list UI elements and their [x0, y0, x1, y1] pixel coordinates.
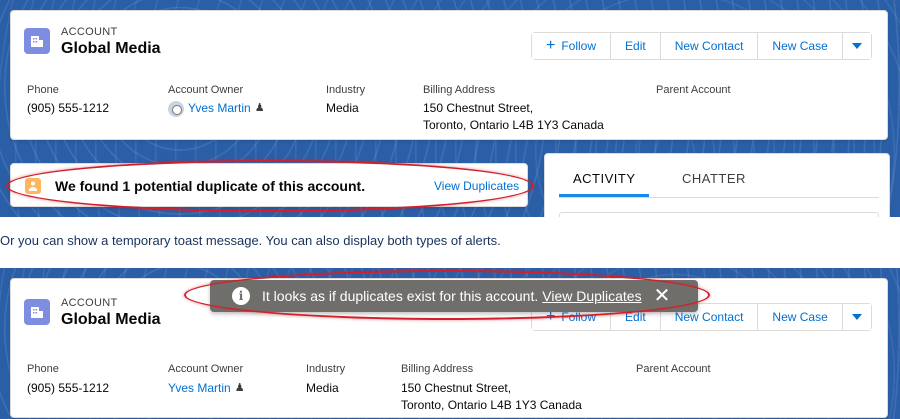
record-title: Global Media	[61, 311, 161, 328]
new-contact-button[interactable]: New Contact	[660, 33, 759, 59]
parent-account-label: Parent Account	[636, 363, 711, 375]
owner-link[interactable]: Yves Martin	[168, 381, 231, 395]
avatar	[168, 100, 184, 117]
edit-button[interactable]: Edit	[611, 33, 661, 59]
change-owner-icon[interactable]: ♟	[235, 380, 245, 397]
phone-label: Phone	[27, 363, 59, 375]
action-button-group: + Follow Edit New Contact New Case	[531, 32, 872, 60]
duplicate-warning-icon	[25, 178, 41, 194]
record-page-duplicate-alert: ACCOUNT Global Media + Follow Edit New Co…	[0, 0, 900, 217]
new-case-button[interactable]: New Case	[758, 304, 843, 330]
toast-view-duplicates-link[interactable]: View Duplicates	[542, 288, 641, 304]
chevron-down-icon	[851, 43, 862, 49]
tab-divider	[559, 197, 879, 198]
view-duplicates-link[interactable]: View Duplicates	[434, 179, 519, 193]
plus-icon: +	[546, 37, 556, 54]
phone-value: (905) 555-1212	[27, 101, 110, 115]
record-title: Global Media	[61, 40, 161, 57]
caption-text: Or you can show a temporary toast messag…	[0, 233, 501, 248]
owner-field: Yves Martin ♟	[168, 380, 245, 397]
industry-label: Industry	[326, 84, 366, 96]
duplicate-alert-message: We found 1 potential duplicate of this a…	[55, 178, 366, 194]
record-page-toast: ACCOUNT Global Media + Follow Edit New Co…	[0, 268, 900, 419]
record-type-label: ACCOUNT	[61, 297, 118, 309]
owner-label: Account Owner	[168, 363, 244, 375]
activity-panel: ACTIVITY CHATTER	[544, 153, 890, 217]
phone-label: Phone	[27, 84, 59, 96]
duplicate-toast: i It looks as if duplicates exist for th…	[210, 280, 698, 312]
info-icon: i	[232, 287, 250, 305]
owner-field: Yves Martin ♟	[168, 100, 265, 117]
active-tab-indicator	[559, 194, 649, 197]
industry-value: Media	[306, 381, 339, 395]
toast-message: It looks as if duplicates exist for this…	[262, 288, 539, 304]
billing-address-value: 150 Chestnut Street, Toronto, Ontario L4…	[423, 101, 604, 132]
account-icon	[24, 28, 50, 54]
chevron-down-icon	[851, 314, 862, 320]
account-icon	[24, 299, 50, 325]
more-actions-button[interactable]	[842, 304, 871, 330]
record-type-label: ACCOUNT	[61, 26, 118, 38]
industry-value: Media	[326, 101, 359, 115]
tab-chatter[interactable]: CHATTER	[682, 171, 746, 186]
phone-value: (905) 555-1212	[27, 381, 110, 395]
record-header: ACCOUNT Global Media + Follow Edit New Co…	[10, 10, 888, 140]
billing-address-label: Billing Address	[423, 84, 496, 96]
owner-link[interactable]: Yves Martin	[188, 101, 251, 115]
follow-button[interactable]: + Follow	[532, 33, 612, 59]
owner-label: Account Owner	[168, 84, 244, 96]
activity-composer[interactable]	[559, 212, 879, 217]
change-owner-icon[interactable]: ♟	[255, 100, 265, 117]
tab-activity[interactable]: ACTIVITY	[573, 171, 636, 186]
close-icon[interactable]: ✕	[654, 286, 671, 306]
more-actions-button[interactable]	[842, 33, 871, 59]
industry-label: Industry	[306, 363, 346, 375]
new-case-button[interactable]: New Case	[758, 33, 843, 59]
parent-account-label: Parent Account	[656, 84, 731, 96]
billing-address-label: Billing Address	[401, 363, 474, 375]
duplicate-alert: We found 1 potential duplicate of this a…	[10, 163, 528, 207]
billing-address-value: 150 Chestnut Street, Toronto, Ontario L4…	[401, 381, 582, 412]
